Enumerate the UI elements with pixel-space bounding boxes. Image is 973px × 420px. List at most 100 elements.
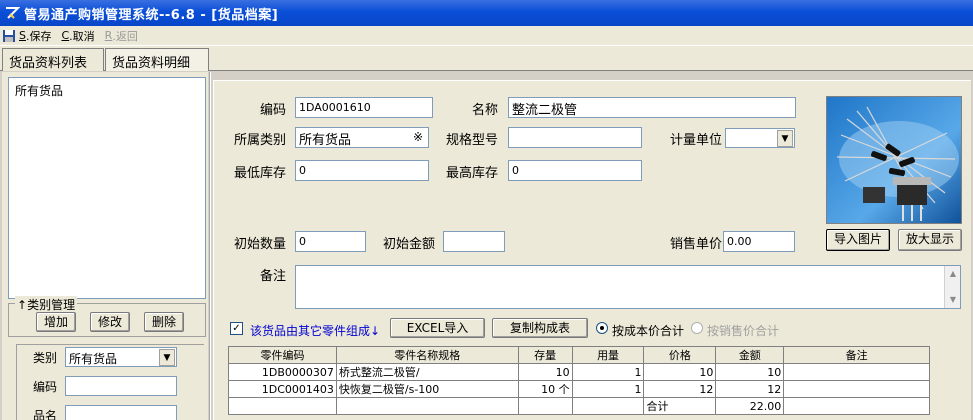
edit-category-button[interactable]: 修改 [90, 312, 130, 332]
sum-by-cost-label: 按成本价合计 [612, 324, 685, 338]
back-button[interactable]: R .返回 [105, 28, 138, 44]
table-total-row: 合计 22.00 [228, 397, 930, 415]
diode-photo-image [827, 97, 961, 223]
table-header-row: 零件编码 零件名称规格 存量 用量 价格 金额 备注 [228, 346, 930, 364]
col-part-name[interactable]: 零件名称规格 [335, 346, 519, 364]
back-label: .返回 [112, 29, 138, 43]
chevron-down-icon[interactable]: ▼ [159, 349, 175, 366]
goods-detail-form: 编码 1DA0001610 名称 整流二极管 所属类别 所有货品 ※ 规格型号 … [213, 80, 971, 420]
init-amount-input[interactable] [443, 231, 505, 252]
sum-by-cost-radio[interactable] [596, 322, 608, 334]
tab-bar: 货品资料列表 货品资料明细 [0, 46, 973, 71]
remark-textarea[interactable]: ▲ ▼ [295, 265, 961, 309]
add-category-button[interactable]: 增加 [36, 312, 76, 332]
col-usage[interactable]: 用量 [571, 346, 645, 364]
cell-usage[interactable]: 1 [571, 380, 645, 398]
filter-code-label: 编码 [33, 380, 58, 394]
init-amount-label: 初始金额 [382, 237, 435, 252]
col-part-code[interactable]: 零件编码 [228, 346, 337, 364]
copy-composition-button[interactable]: 复制构成表 [492, 318, 588, 338]
col-note[interactable]: 备注 [783, 346, 930, 364]
total-label: 合计 [643, 397, 717, 415]
col-amount[interactable]: 金额 [715, 346, 785, 364]
chevron-down-icon[interactable]: ▼ [777, 130, 793, 147]
cancel-label: .取消 [69, 29, 95, 43]
remark-scrollbar[interactable]: ▲ ▼ [944, 266, 960, 308]
col-price[interactable]: 价格 [643, 346, 717, 364]
max-stock-input[interactable]: 0 [508, 160, 642, 181]
panel-divider[interactable] [209, 72, 211, 420]
table-row[interactable]: 1DB0000307 桥式整流二极管/ 10 1 10 10 [228, 363, 930, 381]
tree-item-all-goods[interactable]: 所有货品 [15, 82, 199, 99]
import-image-button[interactable]: 导入图片 [826, 229, 890, 251]
save-hotkey: S [19, 29, 26, 42]
remark-label: 备注 [259, 269, 286, 284]
sale-price-input[interactable]: 0.00 [723, 231, 795, 252]
cell-note[interactable] [783, 380, 930, 398]
filter-category-select[interactable]: 所有货品 ▼ [65, 347, 177, 367]
cell-usage[interactable]: 1 [571, 363, 645, 381]
composed-of-parts-checkbox[interactable]: ✓ [230, 322, 243, 335]
cell-amount[interactable]: 12 [715, 380, 785, 398]
code-input[interactable]: 1DA0001610 [295, 97, 433, 118]
composed-of-parts-label: 该货品由其它零件组成↓ [250, 324, 381, 338]
filter-box: 类别 所有货品 ▼ 编码 品名 [16, 344, 204, 420]
cell-price[interactable]: 10 [643, 363, 717, 381]
filter-category-label: 类别 [33, 351, 58, 365]
cell-part-code[interactable]: 1DC0001403 [228, 380, 337, 398]
cell-stock[interactable]: 10 [517, 363, 573, 381]
name-input[interactable]: 整流二极管 [508, 97, 796, 118]
app-icon [6, 7, 20, 19]
back-hotkey: R [104, 29, 113, 42]
col-stock[interactable]: 存量 [517, 346, 573, 364]
zoom-image-button[interactable]: 放大显示 [898, 229, 962, 251]
sum-by-sale-radio[interactable] [691, 322, 703, 334]
tab-goods-list[interactable]: 货品资料列表 [2, 48, 104, 71]
unit-select[interactable]: ▼ [725, 128, 795, 148]
spec-label: 规格型号 [445, 133, 498, 148]
init-qty-input[interactable]: 0 [295, 231, 366, 252]
cell-part-name[interactable]: 桥式整流二极管/ [335, 363, 519, 381]
min-stock-label: 最低库存 [233, 166, 286, 181]
filter-code-input[interactable] [65, 376, 177, 396]
category-group-title: 类别管理 [27, 298, 76, 312]
cell-stock[interactable]: 10 个 [517, 380, 573, 398]
min-stock-input[interactable]: 0 [295, 160, 429, 181]
category-group-legend: ↑类别管理 [15, 296, 78, 313]
cell-part-name[interactable]: 快恢复二极管/s-100 [335, 380, 519, 398]
category-management-group: ↑类别管理 增加 修改 删除 [8, 296, 206, 337]
scroll-up-icon[interactable]: ▲ [946, 267, 960, 281]
tab-goods-detail[interactable]: 货品资料明细 [105, 48, 209, 71]
title-bar: 管易通产购销管理系统--6.8 - [货品档案] [0, 0, 973, 26]
left-panel: 所有货品 ↑类别管理 增加 修改 删除 类别 所有货品 ▼ 编码 品名 [2, 72, 208, 420]
unit-label: 计量单位 [669, 133, 722, 148]
scroll-down-icon[interactable]: ▼ [946, 293, 960, 307]
save-label: .保存 [25, 29, 52, 43]
excel-import-button[interactable]: EXCEL导入 [390, 318, 485, 338]
max-stock-label: 最高库存 [445, 166, 498, 181]
category-picker-icon[interactable]: ※ [410, 130, 426, 145]
window-title: 管易通产购销管理系统--6.8 - [货品档案] [24, 7, 279, 23]
cell-price[interactable]: 12 [643, 380, 717, 398]
spec-input[interactable] [508, 127, 642, 148]
toolbar: S .保存 C .取消 R .返回 [0, 26, 973, 46]
cell-empty [228, 397, 337, 415]
cancel-button[interactable]: C .取消 [61, 28, 94, 44]
filter-category-value: 所有货品 [69, 352, 118, 366]
cell-empty [783, 397, 930, 415]
category-tree[interactable]: 所有货品 [8, 77, 206, 299]
sale-price-label: 销售单价 [669, 237, 722, 252]
save-button[interactable]: S .保存 [2, 28, 51, 44]
cell-amount[interactable]: 10 [715, 363, 785, 381]
category-input[interactable]: 所有货品 ※ [295, 127, 429, 148]
filter-name-input[interactable] [65, 405, 177, 420]
table-row[interactable]: 1DC0001403 快恢复二极管/s-100 10 个 1 12 12 [228, 380, 930, 398]
delete-category-button[interactable]: 删除 [144, 312, 184, 332]
sum-by-sale-label: 按销售价合计 [707, 324, 780, 338]
cell-note[interactable] [783, 363, 930, 381]
cell-empty [335, 397, 519, 415]
parts-table[interactable]: 零件编码 零件名称规格 存量 用量 价格 金额 备注 1DB0000307 桥式… [228, 346, 930, 415]
cell-part-code[interactable]: 1DB0000307 [228, 363, 337, 381]
total-amount: 22.00 [715, 397, 785, 415]
goods-photo [826, 96, 962, 224]
